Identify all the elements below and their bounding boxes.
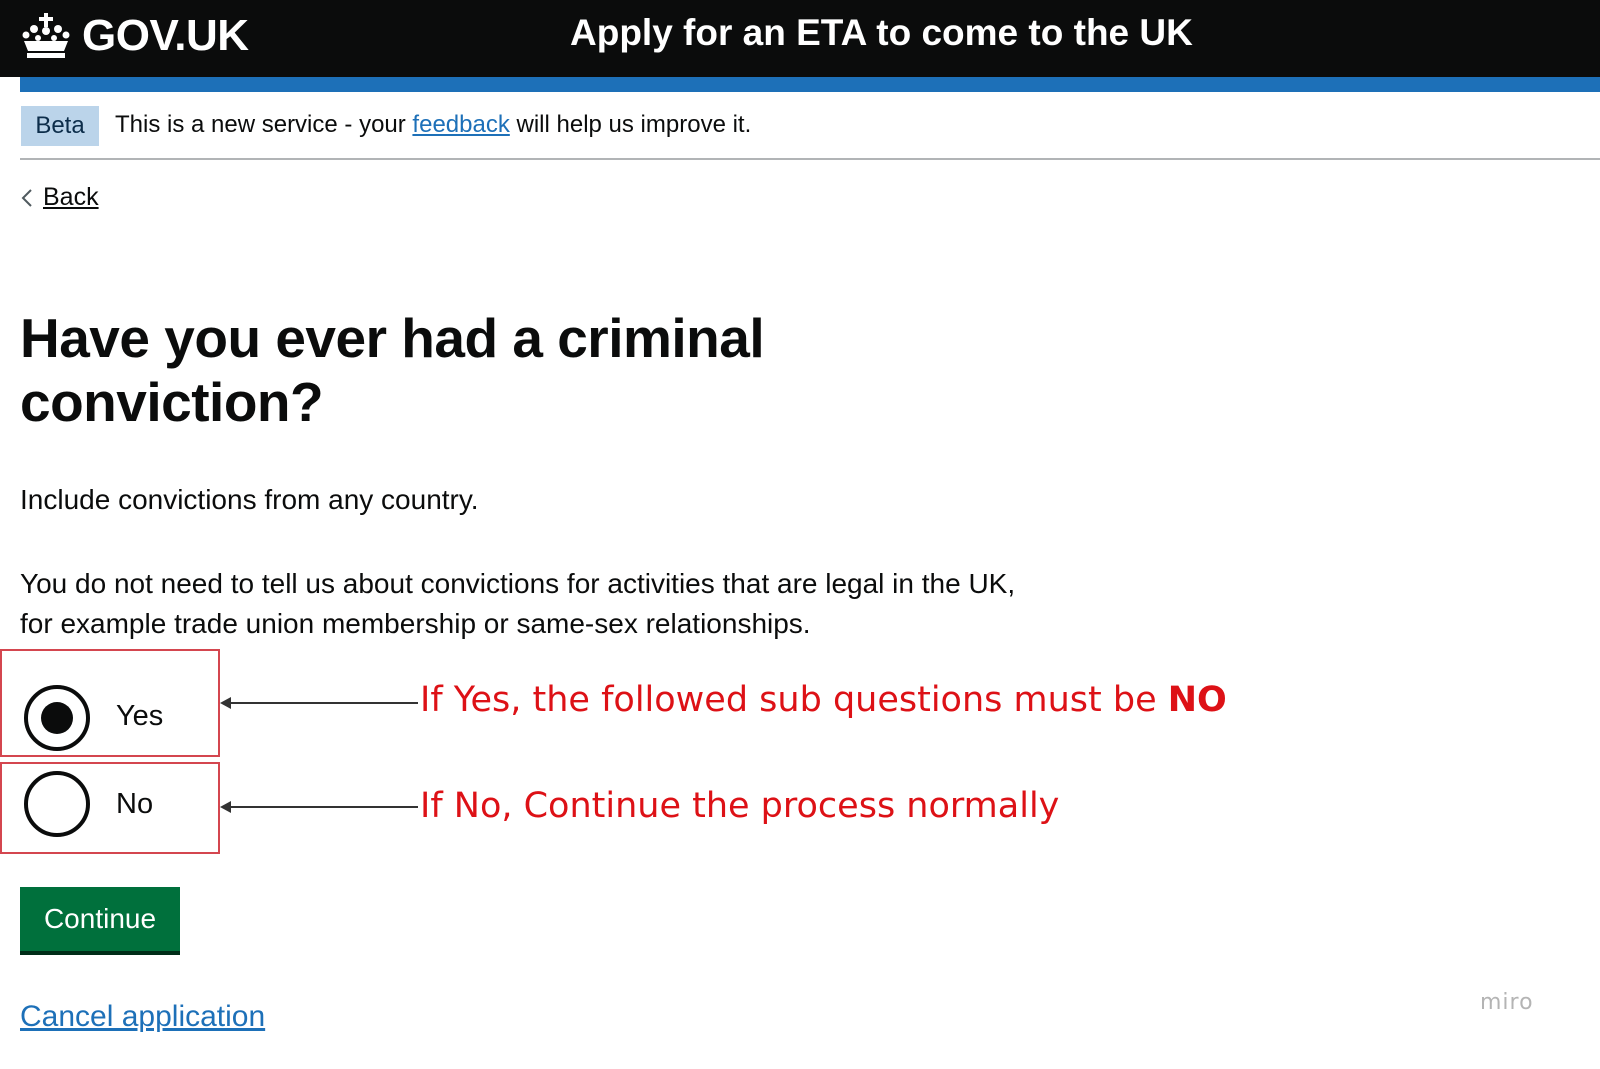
page-title: Have you ever had a criminal conviction? — [20, 307, 765, 433]
phase-banner: Beta This is a new service - your feedba… — [20, 105, 1600, 160]
radio-no-label[interactable]: No — [116, 788, 153, 821]
crown-icon — [22, 13, 70, 58]
cancel-application-link[interactable]: Cancel application — [20, 1000, 265, 1034]
chevron-left-icon — [21, 188, 32, 207]
phase-banner-text: This is a new service - your feedback wi… — [115, 111, 751, 139]
back-label: Back — [43, 183, 99, 211]
site-header: GOV.UK Apply for an ETA to come to the U… — [0, 0, 1600, 77]
govuk-logo-text: GOV.UK — [82, 11, 249, 60]
radio-no-input[interactable] — [24, 771, 90, 837]
hint-text-2: You do not need to tell us about convict… — [20, 568, 1016, 639]
radio-selected-dot — [41, 702, 73, 734]
radio-option-no[interactable]: No — [0, 762, 220, 854]
back-link[interactable]: Back — [20, 183, 99, 212]
feedback-link[interactable]: feedback — [412, 111, 509, 138]
yes-annotation-prefix: If Yes, the followed sub questions must … — [420, 680, 1168, 720]
beta-tag: Beta — [21, 106, 99, 146]
yes-annotation-bold: NO — [1167, 680, 1227, 720]
banner-text-after: will help us improve it. — [509, 111, 752, 138]
miro-watermark: miro — [1480, 990, 1534, 1015]
header-blue-bar — [20, 77, 1600, 92]
yes-annotation: If Yes, the followed sub questions must … — [420, 680, 1227, 720]
annotation-arrows — [220, 697, 418, 813]
banner-text-before: This is a new service - your — [115, 111, 413, 138]
no-annotation: If No, Continue the process normally — [420, 786, 1060, 826]
radio-yes-label[interactable]: Yes — [116, 700, 163, 733]
continue-button[interactable]: Continue — [20, 887, 180, 951]
yes-annotation-arrow — [220, 697, 418, 709]
hint-text-1: Include convictions from any country. — [20, 484, 479, 515]
radio-option-yes[interactable]: Yes — [0, 649, 220, 757]
no-annotation-arrow — [220, 801, 418, 813]
govuk-logo-link[interactable]: GOV.UK — [20, 6, 249, 66]
service-name[interactable]: Apply for an ETA to come to the UK — [570, 12, 1193, 54]
radio-yes-input[interactable] — [24, 685, 90, 751]
